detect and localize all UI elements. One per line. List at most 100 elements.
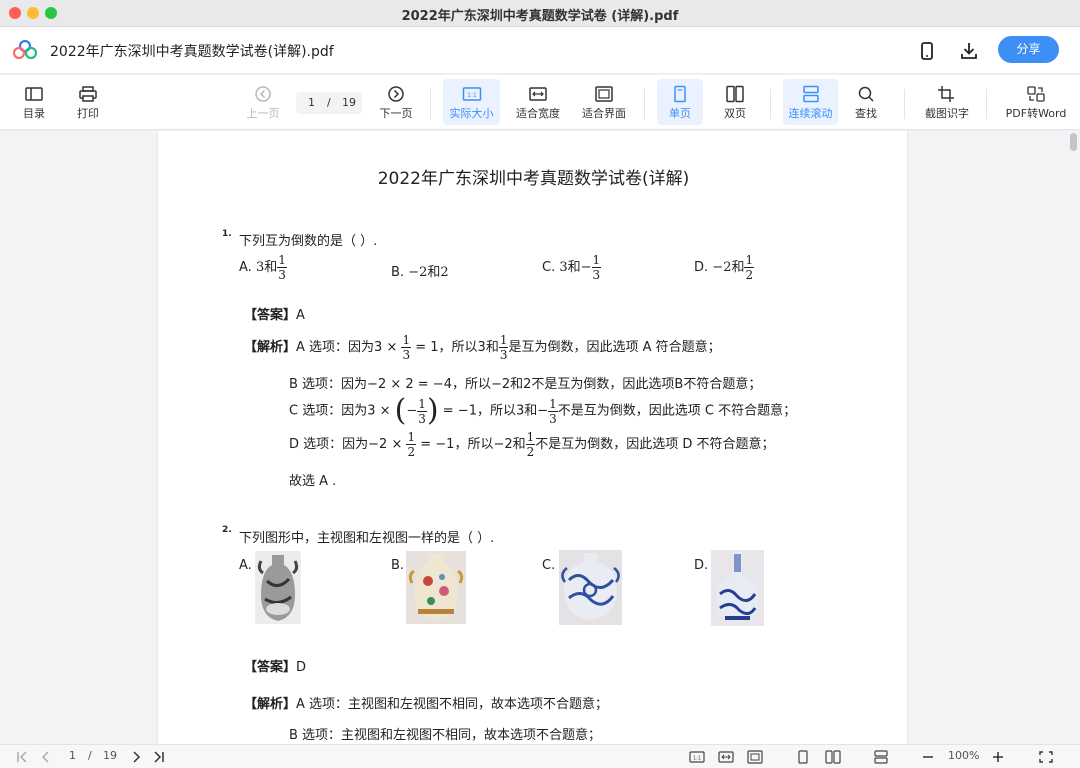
analysis-line-1: 【解析】A 选项：因为3 × 13 = 1，所以3和 1 3 是互为倒数，因此选项 A… [244, 333, 721, 362]
toc-icon [25, 87, 43, 101]
window-title: 2022年广东深圳中考真题数学试卷 (详解).pdf [401, 9, 679, 24]
option-b-label: B. [391, 558, 405, 573]
status-total-pages: 19 [103, 749, 117, 762]
fit-width-button[interactable]: 适合宽度 [512, 79, 564, 125]
option-d-label: D. [694, 558, 709, 573]
double-page-icon[interactable] [825, 750, 841, 764]
ocr-button[interactable]: 截图识字 [920, 79, 974, 125]
continuous-scroll-button[interactable]: 连续滚动 [783, 79, 838, 125]
pdf-to-word-label: PDF转Word [1005, 107, 1067, 120]
fit-page-icon[interactable] [747, 750, 763, 764]
double-page-label: 双页 [724, 107, 746, 120]
find-button[interactable]: 查找 [846, 79, 886, 125]
analysis-line-2: B 选项：主视图和左视图不相同，故本选项不合题意； [289, 728, 602, 743]
vase-image-a [255, 551, 301, 624]
next-page-button[interactable]: 下一页 [376, 79, 416, 125]
answer: 【答案】D [244, 660, 307, 675]
zoom-out-icon[interactable] [920, 750, 936, 764]
toc-button[interactable]: 目录 [14, 79, 54, 125]
option-b: B. −2和2 [391, 265, 449, 280]
status-bar: 1 / 19 1:1 100% [0, 744, 1080, 768]
zoom-level[interactable]: 100% [948, 749, 979, 762]
svg-text:1:1: 1:1 [693, 756, 701, 762]
actual-size-button[interactable]: 1:1 实际大小 [443, 79, 500, 125]
actual-size-icon[interactable]: 1:1 [689, 750, 705, 764]
app-logo-icon [13, 40, 37, 60]
download-icon[interactable] [958, 40, 980, 62]
option-d: D. −2和 1 2 [694, 253, 755, 282]
single-page-icon [674, 85, 686, 103]
page-slash: / [327, 96, 331, 109]
continuous-scroll-icon [802, 85, 819, 103]
window-titlebar: 2022年广东深圳中考真题数学试卷 (详解).pdf [0, 0, 1080, 27]
page-number-input[interactable]: 1 / 19 [296, 92, 362, 114]
option-c-label: C. [542, 558, 556, 573]
fit-width-icon [529, 87, 547, 101]
fit-width-icon[interactable] [718, 750, 734, 764]
find-label: 查找 [855, 107, 877, 120]
last-page-icon[interactable] [151, 750, 167, 764]
vase-image-c [559, 550, 622, 625]
option-c: C. 3和− 1 3 [542, 253, 602, 282]
toolbar-divider [904, 89, 905, 119]
svg-text:1:1: 1:1 [467, 92, 477, 99]
fit-width-label: 适合宽度 [516, 107, 560, 120]
fit-page-label: 适合界面 [582, 107, 626, 120]
share-button[interactable]: 分享 [998, 36, 1059, 63]
toc-label: 目录 [23, 107, 45, 120]
single-page-button[interactable]: 单页 [657, 79, 703, 125]
single-page-label: 单页 [669, 107, 691, 120]
document-title: 2022年广东深圳中考真题数学试卷(详解) [377, 169, 690, 189]
continuous-scroll-label: 连续滚动 [788, 107, 833, 120]
mobile-icon[interactable] [916, 40, 938, 62]
fit-page-button[interactable]: 适合界面 [578, 79, 630, 125]
analysis-line-4: D 选项：因为−2 × 12 = −1，所以−2和 1 2 不是互为倒数，因此选项 D… [289, 430, 775, 459]
single-page-icon[interactable] [795, 750, 811, 764]
current-page: 1 [308, 96, 315, 109]
total-pages: 19 [342, 96, 356, 109]
next-page-icon[interactable] [128, 750, 144, 764]
convert-icon [1027, 86, 1045, 102]
status-page-slash: / [88, 749, 92, 762]
chevron-right-circle-icon [388, 86, 404, 102]
question-stem: 下列互为倒数的是（ ）. [239, 234, 378, 249]
prev-page-icon[interactable] [38, 750, 54, 764]
question-stem: 下列图形中，主视图和左视图一样的是（ ）. [239, 531, 495, 546]
analysis-line-1: 【解析】A 选项：主视图和左视图不相同，故本选项不合题意； [244, 697, 609, 712]
pdf-to-word-button[interactable]: PDF转Word [1000, 79, 1072, 125]
ocr-label: 截图识字 [925, 107, 969, 120]
vertical-scrollbar[interactable] [1067, 131, 1080, 744]
print-button[interactable]: 打印 [68, 79, 108, 125]
toolbar: 目录 打印 上一页 1 / 19 下一页 1:1 实际大小 适合宽度 适合界面 … [0, 75, 1080, 130]
vase-image-b [406, 551, 466, 624]
option-a: A. 3和 1 3 [239, 253, 287, 282]
double-page-icon [726, 85, 744, 103]
fit-page-icon [595, 86, 613, 102]
status-current-page[interactable]: 1 [69, 749, 76, 762]
document-name: 2022年广东深圳中考真题数学试卷(详解).pdf [50, 44, 334, 60]
question-number: 2. [222, 525, 232, 535]
first-page-icon[interactable] [15, 750, 31, 764]
print-label: 打印 [77, 107, 99, 120]
fullscreen-icon[interactable] [1038, 750, 1054, 764]
pdf-page: 2022年广东深圳中考真题数学试卷(详解) 1. 下列互为倒数的是（ ）. A.… [157, 131, 908, 744]
scrollbar-thumb[interactable] [1070, 133, 1077, 151]
toolbar-divider [770, 89, 771, 119]
document-viewport[interactable]: 2022年广东深圳中考真题数学试卷(详解) 1. 下列互为倒数的是（ ）. A.… [0, 131, 1080, 744]
double-page-button[interactable]: 双页 [712, 79, 758, 125]
analysis-line-3: C 选项：因为3 × (− 1 3) = −1，所以3和− 1 3 不是互为倒数，因此选项… [289, 393, 797, 428]
crop-icon [938, 86, 954, 102]
search-icon [858, 86, 874, 102]
toolbar-divider [986, 89, 987, 119]
zoom-in-icon[interactable] [990, 750, 1006, 764]
next-page-label: 下一页 [379, 107, 413, 120]
chevron-left-circle-icon [255, 86, 271, 102]
prev-page-button[interactable]: 上一页 [243, 79, 283, 125]
toolbar-divider [430, 89, 431, 119]
continuous-scroll-icon[interactable] [873, 750, 889, 764]
option-a-label: A. [239, 558, 252, 573]
toolbar-divider [644, 89, 645, 119]
analysis-line-5: 故选 A . [289, 474, 337, 489]
actual-size-icon: 1:1 [462, 87, 481, 101]
prev-page-label: 上一页 [246, 107, 280, 120]
